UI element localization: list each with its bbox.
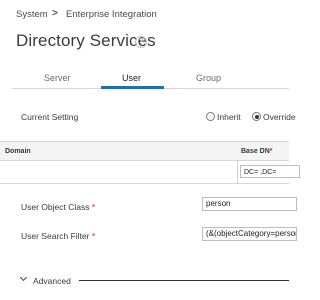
user-object-class-label-text: User Object Class: [21, 202, 90, 212]
base-dn-input[interactable]: DC= ,DC=: [240, 165, 300, 178]
current-setting-label: Current Setting: [21, 112, 79, 122]
help-icon[interactable]: ?: [135, 36, 147, 48]
advanced-divider: [79, 280, 289, 281]
tab-user[interactable]: User: [122, 73, 141, 83]
required-marker: *: [91, 231, 96, 241]
user-search-filter-label: User Search Filter *: [21, 231, 95, 241]
tab-active-indicator: [101, 86, 164, 89]
breadcrumb-item-system[interactable]: System: [16, 9, 48, 20]
override-radio[interactable]: [252, 112, 261, 121]
tab-server[interactable]: Server: [44, 73, 71, 83]
column-header-domain: Domain: [5, 148, 31, 155]
user-object-class-input[interactable]: person: [202, 197, 297, 211]
radio-selected-dot: [254, 114, 259, 119]
column-header-base-dn-text: Base DN: [241, 148, 270, 155]
inherit-radio-label[interactable]: Inherit: [217, 112, 241, 122]
override-radio-label[interactable]: Override: [263, 112, 296, 122]
tab-group[interactable]: Group: [196, 73, 221, 83]
inherit-radio[interactable]: [206, 112, 215, 121]
table-header-border: [0, 160, 289, 161]
required-marker: *: [269, 148, 273, 155]
chevron-down-icon[interactable]: [19, 273, 28, 282]
breadcrumb-item-enterprise-integration[interactable]: Enterprise Integration: [66, 9, 157, 20]
required-marker: *: [91, 202, 96, 212]
advanced-section-toggle[interactable]: Advanced: [33, 276, 71, 286]
user-object-class-label: User Object Class *: [21, 202, 95, 212]
table-bottom-border: [0, 183, 289, 184]
user-search-filter-input[interactable]: (&(objectCategory=person: [202, 227, 297, 241]
user-search-filter-label-text: User Search Filter: [21, 231, 90, 241]
column-header-base-dn: Base DN*: [241, 148, 273, 155]
table-column-divider: [237, 161, 238, 183]
breadcrumb-separator: >: [52, 8, 58, 19]
